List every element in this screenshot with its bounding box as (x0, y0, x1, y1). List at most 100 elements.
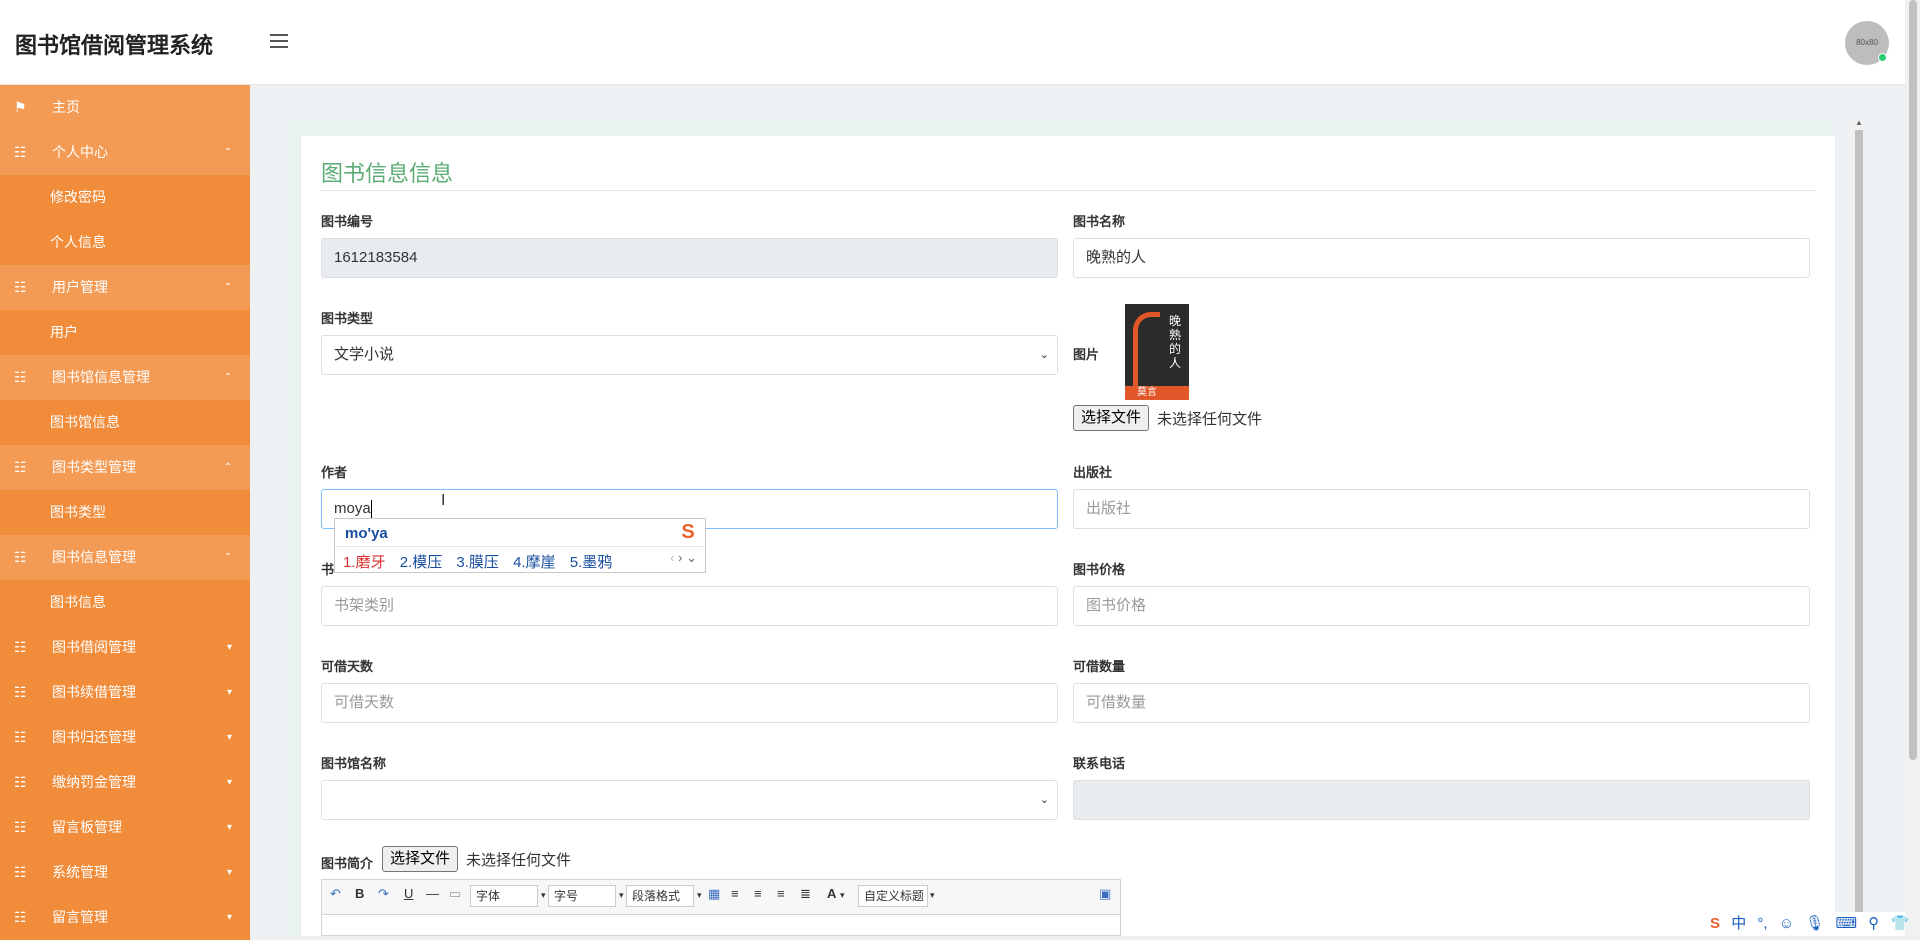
sidebar-item-personal-info[interactable]: 个人信息 (0, 220, 250, 265)
page-title: 图书信息信息 (321, 161, 454, 186)
sidebar-item-book-type-management[interactable]: ☷ 图书类型管理 ⌃ (0, 445, 250, 490)
intro-choose-file-button[interactable]: 选择文件 (382, 846, 459, 872)
undo-icon[interactable]: ↶ (330, 886, 341, 902)
sogou-logo-icon: S (681, 521, 695, 543)
custom-title-select[interactable]: 自定义标题 (858, 885, 928, 907)
skin-icon[interactable]: 👕 (1890, 915, 1909, 932)
keyboard-icon[interactable]: ⌨ (1835, 915, 1857, 932)
ime-candidate[interactable]: 5.墨鸦 (570, 554, 613, 571)
online-status-dot (1878, 53, 1887, 62)
chevron-down-icon[interactable]: ⌄ (686, 550, 697, 565)
font-color-icon[interactable]: A (827, 886, 836, 901)
grid-icon: ☷ (14, 369, 27, 385)
ime-candidate[interactable]: 2.模压 (400, 554, 443, 571)
sidebar-item-label: 图书类型管理 (52, 459, 136, 475)
borrow-qty-field[interactable]: 可借数量 (1073, 683, 1810, 723)
days-label: 可借天数 (321, 659, 374, 674)
sidebar-item-label: 图书馆信息管理 (52, 369, 150, 385)
cover-author-band: 莫言 (1125, 386, 1189, 400)
author-value: moya (334, 500, 371, 517)
redo-icon[interactable]: ↷ (378, 886, 389, 902)
flag-icon: ⚑ (14, 99, 27, 115)
sidebar-item-message-board-management[interactable]: ☷ 留言板管理 ▾ (0, 805, 250, 850)
sidebar-item-library-info-management[interactable]: ☷ 图书馆信息管理 ⌃ (0, 355, 250, 400)
page-scrollbar[interactable] (1905, 0, 1920, 936)
paragraph-format-select[interactable]: 段落格式 (626, 885, 694, 907)
scrollbar-thumb[interactable] (1909, 0, 1917, 760)
sidebar-item-borrow-management[interactable]: ☷ 图书借阅管理 ▾ (0, 625, 250, 670)
sidebar-item-change-password[interactable]: 修改密码 (0, 175, 250, 220)
text-caret (370, 500, 372, 519)
sidebar-item-label: 个人中心 (52, 144, 108, 160)
align-left-icon[interactable]: ≡ (731, 886, 739, 901)
microphone-icon[interactable]: 🎙 (1805, 915, 1824, 932)
horizontal-rule-icon[interactable]: — (426, 886, 439, 901)
align-right-icon[interactable]: ≡ (777, 886, 785, 901)
ime-mode-indicator[interactable]: 中 (1731, 915, 1746, 932)
sidebar-item-return-management[interactable]: ☷ 图书归还管理 ▾ (0, 715, 250, 760)
sidebar-item-fine-management[interactable]: ☷ 缴纳罚金管理 ▾ (0, 760, 250, 805)
menu-toggle-icon[interactable] (270, 34, 288, 48)
font-family-select[interactable]: 字体 (470, 885, 538, 907)
sidebar-item-label: 留言管理 (52, 909, 108, 925)
chevron-down-icon: ▾ (226, 642, 232, 653)
scroll-up-icon[interactable]: ▲ (1855, 118, 1863, 127)
book-type-select[interactable]: 文学小说 ⌄ (321, 335, 1058, 375)
justify-icon[interactable]: ≣ (800, 886, 811, 902)
ime-status-bar: S 中 °, ☺ 🎙 ⌨ ⚲ 👕 ▦ (1710, 912, 1909, 936)
grid-icon: ☷ (14, 549, 27, 565)
chevron-down-icon: ▾ (541, 890, 546, 900)
avatar-placeholder-text: 80x80 (1856, 38, 1878, 47)
underline-icon[interactable]: U (404, 886, 413, 901)
library-name-select[interactable]: ⌄ (321, 780, 1058, 820)
top-header: 图书馆借阅管理系统 80x80 (0, 0, 1905, 85)
sidebar-item-renew-management[interactable]: ☷ 图书续借管理 ▾ (0, 670, 250, 715)
sidebar-item-message-management[interactable]: ☷ 留言管理 ▾ (0, 895, 250, 940)
shelf-field[interactable]: 书架类别 (321, 586, 1058, 626)
punctuation-indicator[interactable]: °, (1757, 915, 1767, 932)
sidebar-item-users[interactable]: 用户 (0, 310, 250, 355)
sidebar-item-user-management[interactable]: ☷ 用户管理 ⌃ (0, 265, 250, 310)
font-size-select[interactable]: 字号 (548, 885, 616, 907)
sidebar-item-book-info[interactable]: 图书信息 (0, 580, 250, 625)
borrow-days-field[interactable]: 可借天数 (321, 683, 1058, 723)
avatar[interactable]: 80x80 (1845, 21, 1889, 65)
ime-candidate[interactable]: 3.膜压 (456, 554, 499, 571)
grid-icon: ☷ (14, 639, 27, 655)
ime-candidate[interactable]: 4.摩崖 (513, 554, 556, 571)
image-choose-file-button[interactable]: 选择文件 (1073, 405, 1150, 431)
bold-icon[interactable]: B (355, 886, 364, 901)
sogou-logo-icon[interactable]: S (1710, 915, 1720, 932)
book-name-field[interactable]: 晚熟的人 (1073, 238, 1810, 278)
sidebar-item-personal-center[interactable]: ☷ 个人中心 ⌃ (0, 130, 250, 175)
phone-label: 联系电话 (1073, 756, 1126, 771)
ibeam-cursor-icon: I (441, 492, 446, 509)
blank-page-icon[interactable]: ▭ (449, 886, 461, 902)
grid-icon: ☷ (14, 279, 27, 295)
price-field[interactable]: 图书价格 (1073, 586, 1810, 626)
sidebar-item-system-management[interactable]: ☷ 系统管理 ▾ (0, 850, 250, 895)
author-label: 作者 (321, 465, 348, 480)
user-icon[interactable]: ⚲ (1868, 915, 1879, 932)
fullscreen-icon[interactable]: ▣ (1099, 886, 1111, 902)
ime-candidate[interactable]: 1.磨牙 (343, 554, 386, 571)
intro-label: 图书简介 (321, 856, 374, 871)
chevron-right-icon[interactable]: › (678, 550, 682, 565)
sidebar-item-book-type[interactable]: 图书类型 (0, 490, 250, 535)
content-scrollbar[interactable]: ▲ (1852, 118, 1866, 936)
sidebar-item-book-info-management[interactable]: ☷ 图书信息管理 ⌃ (0, 535, 250, 580)
rich-text-editor[interactable]: ↶ B ↷ U — ▭ 字体 ▾ 字号 ▾ 段落格式 ▾ ▦ ≡ ≡ ≡ ≣ A… (321, 879, 1121, 936)
shelf-label: 书 (321, 562, 335, 577)
chevron-down-icon: ▾ (226, 912, 232, 923)
chevron-left-icon[interactable]: ‹ (670, 550, 674, 565)
table-icon[interactable]: ▦ (708, 886, 720, 902)
sidebar-item-library-info[interactable]: 图书馆信息 (0, 400, 250, 445)
sidebar-item-label: 图书信息管理 (52, 549, 136, 565)
sidebar-item-home[interactable]: ⚑ 主页 (0, 85, 250, 130)
align-center-icon[interactable]: ≡ (754, 886, 762, 901)
app-title: 图书馆借阅管理系统 (15, 33, 214, 58)
emoji-icon[interactable]: ☺ (1779, 915, 1794, 932)
scrollbar-thumb[interactable] (1855, 130, 1863, 936)
publisher-field[interactable]: 出版社 (1073, 489, 1810, 529)
chevron-down-icon: ⌄ (1039, 349, 1049, 361)
